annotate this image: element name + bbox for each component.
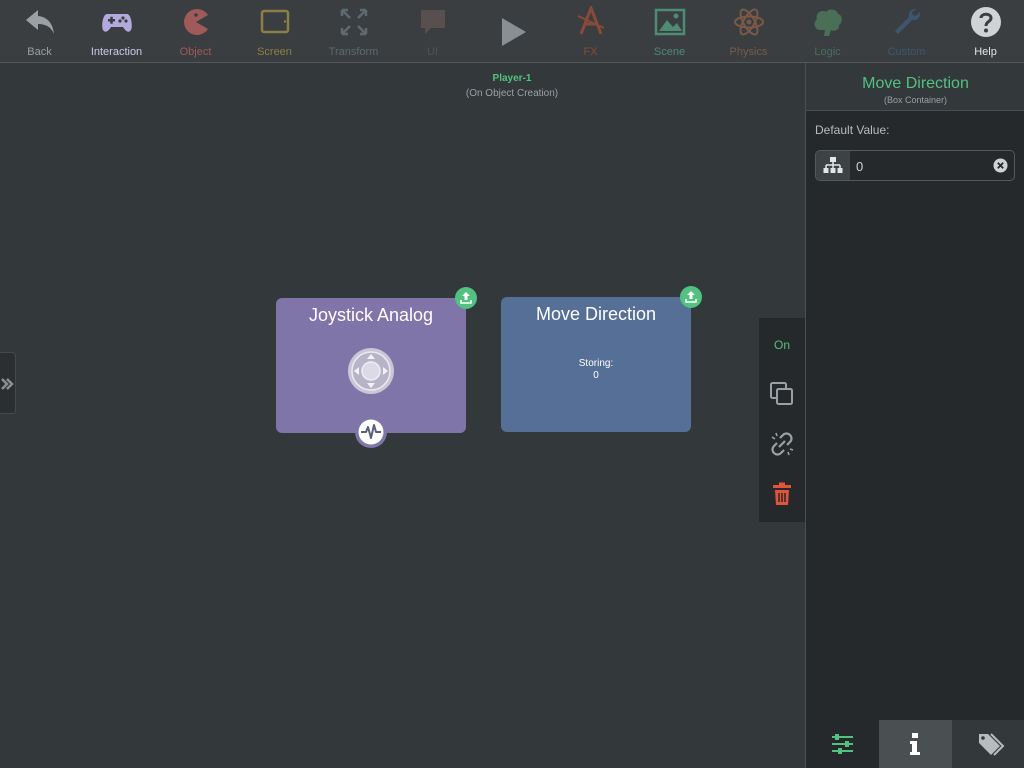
storing-info: Storing: 0 <box>501 358 691 382</box>
gamepad-icon <box>101 14 132 32</box>
wrench-icon <box>894 8 920 34</box>
scene-button[interactable]: Scene <box>630 0 709 62</box>
export-badge[interactable] <box>680 286 702 308</box>
node-tools: On <box>759 318 805 522</box>
screen-label: Screen <box>257 46 292 58</box>
tags-icon <box>979 733 1005 756</box>
toolbar: Back Interaction Object Screen Transform… <box>0 0 1024 63</box>
object-label: Object <box>179 46 212 58</box>
joystick-dpad-icon <box>348 348 394 394</box>
fx-label: FX <box>583 46 598 58</box>
help-button[interactable]: Help <box>946 0 1024 62</box>
clear-icon[interactable] <box>993 158 1008 173</box>
brain-icon <box>814 9 842 36</box>
fx-icon <box>577 6 604 35</box>
physics-label: Physics <box>729 46 768 58</box>
logic-button[interactable]: Logic <box>788 0 867 62</box>
export-badge[interactable] <box>455 287 477 309</box>
transform-label: Transform <box>328 46 379 58</box>
help-label: Help <box>974 46 997 58</box>
play-icon[interactable] <box>494 14 530 50</box>
value-type-button[interactable] <box>816 151 850 180</box>
move-direction-node[interactable]: Move Direction Storing: 0 <box>501 286 702 432</box>
node-title: Joystick Analog <box>308 305 434 325</box>
physics-button[interactable]: Physics <box>709 0 788 62</box>
default-value-field <box>815 150 1015 181</box>
tablet-icon <box>260 9 289 34</box>
scene-label: Scene <box>653 46 686 58</box>
double-chevron-right-icon <box>1 378 14 390</box>
pulse-output-icon[interactable] <box>355 416 387 448</box>
arrows-expand-icon <box>340 8 367 36</box>
copy-icon[interactable] <box>768 380 796 408</box>
ui-button[interactable]: UI <box>393 0 472 62</box>
joystick-analog-node[interactable]: Joystick Analog <box>276 287 477 433</box>
on-toggle[interactable]: On <box>759 338 805 352</box>
question-icon <box>970 7 1001 37</box>
tab-tags[interactable] <box>952 720 1024 768</box>
storing-value: 0 <box>593 370 599 381</box>
back-label: Back <box>27 46 52 58</box>
behavior-canvas[interactable]: Player-1 (On Object Creation) Joystick A… <box>0 63 805 768</box>
object-button[interactable]: Object <box>156 0 235 62</box>
transform-button[interactable]: Transform <box>314 0 393 62</box>
atom-icon <box>733 8 764 36</box>
logic-label: Logic <box>814 46 841 58</box>
custom-button[interactable]: Custom <box>867 0 946 62</box>
node-title: Move Direction <box>535 304 657 324</box>
default-value-input[interactable] <box>856 157 986 175</box>
screen-button[interactable]: Screen <box>235 0 314 62</box>
upload-icon <box>685 291 697 303</box>
interaction-label: Interaction <box>90 46 143 58</box>
pacman-icon <box>183 9 208 36</box>
panel-title: Move Direction <box>862 75 969 92</box>
fx-button[interactable]: FX <box>551 0 630 62</box>
expand-left-panel-tab[interactable] <box>0 352 16 414</box>
tab-settings[interactable] <box>806 720 879 768</box>
properties-panel: Move Direction (Box Container) Default V… <box>805 63 1024 768</box>
panel-subtitle: (Box Container) <box>883 95 948 105</box>
hierarchy-icon <box>823 157 843 173</box>
sliders-icon <box>832 734 853 754</box>
unlink-icon[interactable] <box>768 430 796 458</box>
ui-label: UI <box>427 46 438 58</box>
speech-bubble-icon <box>420 10 445 34</box>
storing-label: Storing: <box>578 358 614 369</box>
object-event: (On Object Creation) <box>465 88 559 99</box>
panel-tabs <box>806 720 1024 768</box>
upload-icon <box>460 292 472 304</box>
back-arrow-icon <box>25 10 54 34</box>
default-value-label: Default Value: <box>815 123 890 137</box>
back-button[interactable]: Back <box>0 0 79 62</box>
trash-icon[interactable] <box>768 480 796 508</box>
custom-label: Custom <box>887 46 926 58</box>
interaction-button[interactable]: Interaction <box>77 0 156 62</box>
object-name: Player-1 <box>492 73 532 84</box>
tab-info[interactable] <box>879 720 952 768</box>
panel-header: Move Direction (Box Container) <box>806 63 1024 111</box>
landscape-image-icon <box>654 8 685 36</box>
info-icon <box>910 733 920 755</box>
